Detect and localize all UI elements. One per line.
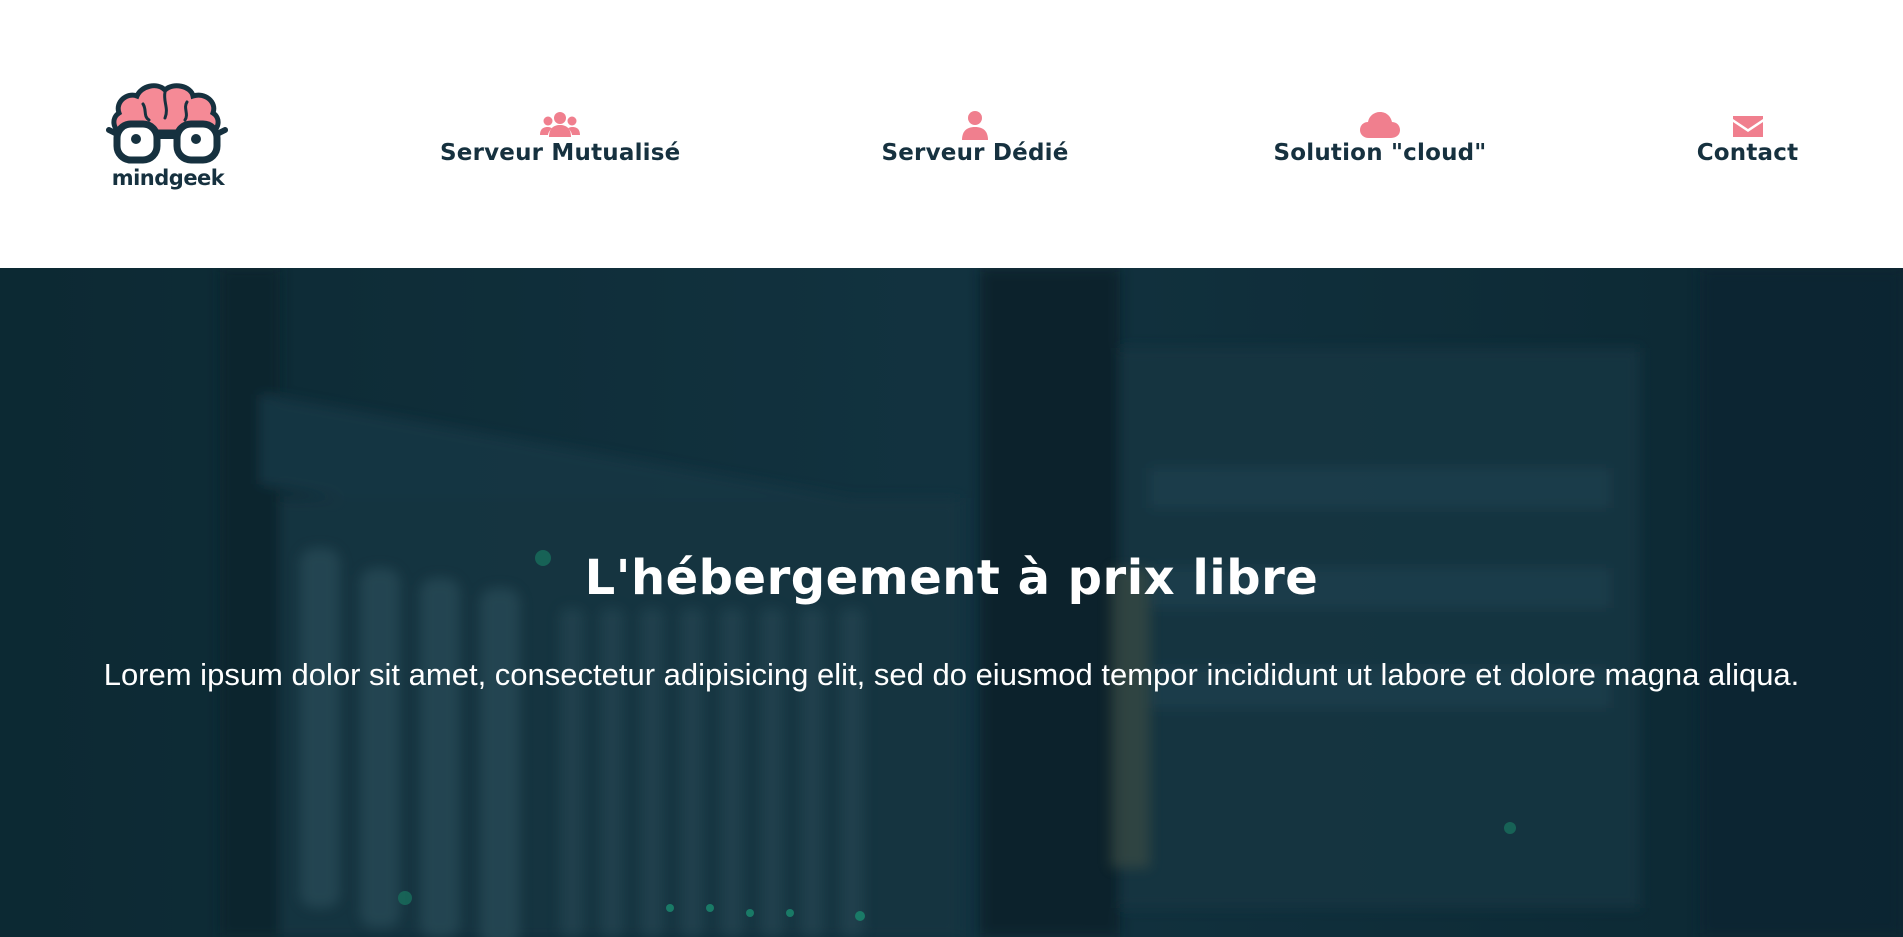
hero-section: L'hébergement à prix libre Lorem ipsum d… bbox=[0, 268, 1903, 937]
nav-serveur-mutualise[interactable]: Serveur Mutualisé bbox=[440, 110, 680, 166]
nav-label: Serveur Mutualisé bbox=[440, 140, 681, 166]
nav-label: Contact bbox=[1696, 140, 1799, 166]
nav-contact[interactable]: Contact bbox=[1680, 110, 1815, 166]
envelope-icon bbox=[1680, 110, 1815, 140]
user-icon bbox=[870, 110, 1080, 140]
nav-solution-cloud[interactable]: Solution "cloud" bbox=[1260, 110, 1500, 166]
mindgeek-logo[interactable]: mindgeek bbox=[103, 78, 233, 198]
users-icon bbox=[440, 110, 680, 140]
nav-serveur-dedie[interactable]: Serveur Dédié bbox=[870, 110, 1080, 166]
nav-label: Solution "cloud" bbox=[1273, 140, 1487, 166]
logo-text: mindgeek bbox=[111, 166, 225, 190]
hero-title: L'hébergement à prix libre bbox=[584, 550, 1319, 606]
nav-label: Serveur Dédié bbox=[881, 140, 1069, 166]
site-header: mindgeek Serveur Mutualisé Serveur Dédié… bbox=[0, 0, 1903, 268]
hero-description: Lorem ipsum dolor sit amet, consectetur … bbox=[103, 657, 1800, 692]
cloud-icon bbox=[1260, 110, 1500, 140]
brain-glasses-icon bbox=[106, 83, 228, 164]
